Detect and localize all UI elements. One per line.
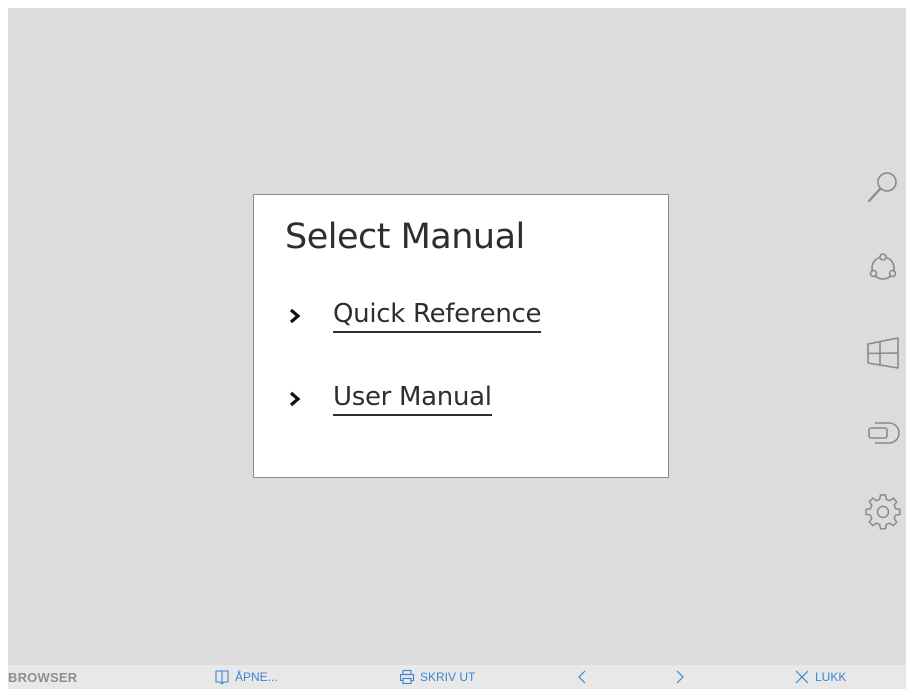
screen: Select Manual Quick Reference User Manua… bbox=[8, 8, 906, 689]
share-icon bbox=[869, 253, 897, 280]
search-icon bbox=[867, 172, 897, 203]
close-button[interactable]: LUKK bbox=[794, 668, 846, 686]
print-button[interactable]: SKRIV UT bbox=[399, 668, 475, 686]
open-label: ÅPNE... bbox=[235, 670, 278, 684]
input-source-icon bbox=[868, 422, 900, 444]
chevron-right-icon bbox=[676, 670, 684, 684]
select-manual-dialog: Select Manual Quick Reference User Manua… bbox=[253, 194, 669, 478]
forward-button[interactable] bbox=[672, 668, 688, 686]
share-button[interactable] bbox=[863, 248, 903, 288]
quick-reference-link[interactable]: Quick Reference bbox=[333, 299, 542, 333]
open-book-icon bbox=[215, 670, 229, 685]
dialog-title: Select Manual bbox=[285, 217, 525, 257]
manual-item-user-manual[interactable]: User Manual bbox=[285, 379, 492, 419]
settings-icon bbox=[865, 494, 901, 530]
back-button[interactable] bbox=[574, 668, 590, 686]
open-button[interactable]: ÅPNE... bbox=[214, 668, 278, 686]
user-manual-link[interactable]: User Manual bbox=[333, 382, 492, 416]
chevron-left-icon bbox=[578, 670, 586, 684]
search-button[interactable] bbox=[863, 168, 903, 208]
app-label: BROWSER bbox=[8, 670, 78, 685]
settings-button[interactable] bbox=[863, 492, 903, 532]
print-label: SKRIV UT bbox=[420, 670, 476, 684]
chevron-right-icon bbox=[289, 308, 301, 324]
windows-icon bbox=[867, 337, 899, 369]
chevron-right-icon bbox=[289, 391, 301, 407]
close-icon bbox=[795, 670, 809, 684]
close-label: LUKK bbox=[815, 670, 847, 684]
bottom-bar: BROWSER ÅPNE... SKRIV UT LUKK bbox=[8, 665, 906, 689]
manual-item-quick-reference[interactable]: Quick Reference bbox=[285, 296, 542, 336]
windows-button[interactable] bbox=[863, 333, 903, 373]
printer-icon bbox=[399, 669, 415, 685]
input-source-button[interactable] bbox=[863, 413, 903, 453]
